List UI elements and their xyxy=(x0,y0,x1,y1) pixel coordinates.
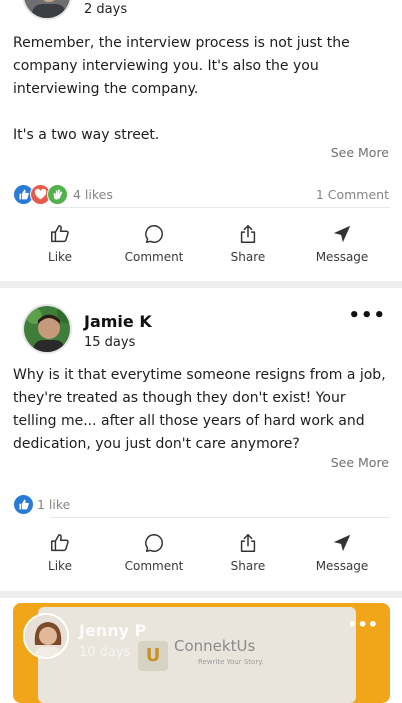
post-actions: Like Comment Share Message xyxy=(0,217,402,277)
speech-bubble-icon xyxy=(145,225,163,243)
comments-count[interactable]: 1 Comment xyxy=(316,187,389,202)
more-options-icon[interactable]: ••• xyxy=(348,305,386,326)
share-upload-icon xyxy=(240,534,256,552)
like-button[interactable]: Like xyxy=(15,217,105,277)
brand-name: ConnektUs xyxy=(174,637,256,655)
message-button[interactable]: Message xyxy=(297,217,387,277)
post-time: 2 days xyxy=(84,2,128,17)
author-name[interactable]: Jenny P xyxy=(79,621,146,640)
post-time: 15 days xyxy=(84,335,136,350)
post-actions: Like Comment Share Message xyxy=(0,526,402,586)
comment-button[interactable]: Comment xyxy=(109,217,199,277)
thumbs-up-icon xyxy=(51,225,69,243)
share-button[interactable]: Share xyxy=(203,526,293,586)
message-label: Message xyxy=(315,250,369,264)
clap-reaction-icon xyxy=(47,183,68,205)
comment-button[interactable]: Comment xyxy=(109,526,199,586)
post-card-1: 2 days Remember, the interview process i… xyxy=(0,0,402,280)
share-label: Share xyxy=(230,559,266,573)
divider xyxy=(50,517,390,518)
author-avatar[interactable] xyxy=(22,0,72,20)
like-label: Like xyxy=(48,559,72,573)
feed-separator xyxy=(0,591,402,598)
paper-plane-icon xyxy=(333,225,351,243)
thumbs-up-reaction-icon xyxy=(13,493,34,515)
reactions-summary[interactable]: 4 likes xyxy=(13,183,113,205)
likes-count: 1 like xyxy=(37,496,71,512)
share-upload-icon xyxy=(240,225,256,243)
post-body: Remember, the interview process is not j… xyxy=(13,35,350,143)
message-button[interactable]: Message xyxy=(297,526,387,586)
comment-label: Comment xyxy=(124,250,184,264)
share-button[interactable]: Share xyxy=(203,217,293,277)
post-body: Why is it that everytime someone resigns… xyxy=(13,367,386,452)
divider xyxy=(50,207,390,208)
paper-plane-icon xyxy=(333,534,351,552)
story-post-card[interactable]: U ConnektUs Rewrite Your Story. Jenny P … xyxy=(13,603,390,703)
post-card-2: Jamie K 15 days ••• Why is it that every… xyxy=(0,288,402,591)
see-more-link[interactable]: See More xyxy=(331,455,389,470)
likes-count: 4 likes xyxy=(73,186,113,202)
connektus-logo-icon: U xyxy=(138,641,168,671)
author-name[interactable]: Jamie K xyxy=(84,312,152,331)
like-label: Like xyxy=(48,250,72,264)
author-avatar[interactable] xyxy=(22,304,72,354)
thumbs-up-icon xyxy=(51,534,69,552)
share-label: Share xyxy=(230,250,266,264)
feed-separator xyxy=(0,281,402,288)
brand-tagline: Rewrite Your Story. xyxy=(198,658,264,666)
speech-bubble-icon xyxy=(145,534,163,552)
more-options-icon[interactable]: ••• xyxy=(347,615,378,634)
comment-label: Comment xyxy=(124,559,184,573)
author-avatar[interactable] xyxy=(23,613,69,659)
see-more-link[interactable]: See More xyxy=(331,145,389,160)
reactions-summary[interactable]: 1 like xyxy=(13,493,70,515)
message-label: Message xyxy=(315,559,369,573)
like-button[interactable]: Like xyxy=(15,526,105,586)
post-time: 10 days xyxy=(79,645,131,660)
